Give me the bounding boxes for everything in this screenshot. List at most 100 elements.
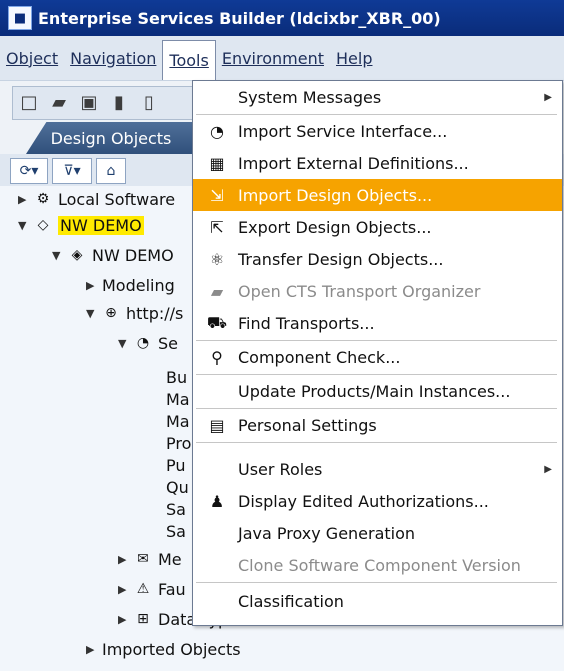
- expand-icon[interactable]: ▶: [118, 613, 134, 626]
- fault-message-icon: ⚠: [136, 581, 150, 597]
- menu-item-label: Personal Settings: [238, 415, 377, 435]
- tree-label: Imported Objects: [102, 639, 241, 659]
- import-external-definitions-icon: ▦: [209, 153, 225, 173]
- menu-item-label: Import Design Objects...: [238, 185, 433, 205]
- menu-item-system-messages[interactable]: System Messages ▶: [193, 81, 562, 113]
- menu-item-label: Clone Software Component Version: [238, 555, 521, 575]
- expand-icon[interactable]: ▶: [18, 193, 34, 206]
- menu-item-display-edited-authorizations[interactable]: ♟ Display Edited Authorizations...: [193, 485, 562, 517]
- submenu-arrow-icon: ▶: [544, 91, 552, 103]
- menu-separator: [196, 582, 557, 583]
- menu-item-classification[interactable]: Classification: [193, 585, 562, 617]
- tree-node-nw-demo[interactable]: ▼ ◇ NW DEMO: [18, 212, 144, 238]
- refresh-icon[interactable]: ⟳▾: [10, 158, 48, 184]
- collapse-icon[interactable]: ▼: [18, 219, 34, 232]
- tree-leaf[interactable]: Ma: [166, 410, 190, 432]
- menu-item-import-design-objects[interactable]: ⇲ Import Design Objects...: [193, 179, 562, 211]
- tree-label: http://s: [126, 303, 184, 323]
- tree-leaf[interactable]: Sa: [166, 520, 186, 542]
- filter-icon[interactable]: ⊽▾: [52, 158, 92, 184]
- new-icon[interactable]: □: [18, 91, 40, 113]
- software-version-icon: ◈: [71, 247, 83, 263]
- tools-dropdown-menu: System Messages ▶ ◔ Import Service Inter…: [192, 80, 563, 626]
- tree-label: Me: [158, 549, 182, 569]
- menu-object[interactable]: Object: [0, 49, 64, 68]
- toolbar-more-icon[interactable]: ▯: [138, 91, 160, 113]
- import-service-interface-icon: ◔: [210, 121, 224, 141]
- display-edited-authorizations-icon: ♟: [209, 491, 225, 511]
- tree-leaf[interactable]: Qu: [166, 476, 189, 498]
- tree-label: Sa: [166, 499, 186, 519]
- tab-design-objects[interactable]: Design Objects: [26, 122, 196, 154]
- tree-node-imported-objects[interactable]: ▶ Imported Objects: [86, 636, 241, 662]
- collapse-icon[interactable]: ▼: [86, 307, 102, 320]
- menu-item-find-transports[interactable]: ⛟ Find Transports...: [193, 307, 562, 339]
- menu-item-open-cts-transport-organizer: ▰ Open CTS Transport Organizer: [193, 275, 562, 307]
- menu-item-user-roles[interactable]: User Roles ▶: [193, 453, 562, 485]
- app-icon: ■: [8, 6, 32, 30]
- tree-label: Modeling: [102, 275, 175, 295]
- menu-item-label: System Messages: [238, 87, 382, 107]
- open-cts-icon: ▰: [210, 281, 224, 301]
- menu-tools[interactable]: Tools: [162, 39, 216, 81]
- menu-item-label: User Roles: [238, 459, 323, 479]
- menu-bar: Object Navigation Tools Environment Help: [0, 36, 564, 81]
- menu-item-import-service-interface[interactable]: ◔ Import Service Interface...: [193, 115, 562, 147]
- window-titlebar: ■ Enterprise Services Builder (ldcixbr_X…: [0, 0, 564, 36]
- hierarchy-icon[interactable]: ⌂: [96, 158, 126, 184]
- menu-separator: [196, 442, 557, 443]
- menu-environment[interactable]: Environment: [216, 49, 330, 68]
- menu-item-update-products[interactable]: Update Products/Main Instances...: [193, 375, 562, 407]
- tree-node-namespace[interactable]: ▼ ⊕ http://s: [86, 300, 183, 326]
- menu-item-java-proxy-generation[interactable]: Java Proxy Generation: [193, 517, 562, 549]
- collapse-icon[interactable]: ▼: [52, 249, 68, 262]
- transfer-design-objects-icon: ⚛: [209, 249, 225, 269]
- tree-leaf[interactable]: Sa: [166, 498, 186, 520]
- expand-icon[interactable]: ▶: [86, 279, 102, 292]
- tree-node-message-types[interactable]: ▶ ✉ Me: [118, 546, 182, 572]
- menu-item-label: Open CTS Transport Organizer: [238, 281, 481, 301]
- tree-leaf[interactable]: Ma: [166, 388, 190, 410]
- window-title: Enterprise Services Builder (ldcixbr_XBR…: [38, 8, 441, 28]
- tree-node-fault-message-types[interactable]: ▶ ⚠ Fau: [118, 576, 186, 602]
- menu-item-label: Display Edited Authorizations...: [238, 491, 489, 511]
- delete-icon[interactable]: ▮: [108, 91, 130, 113]
- menu-item-export-design-objects[interactable]: ⇱ Export Design Objects...: [193, 211, 562, 243]
- tree-label: Ma: [166, 411, 190, 431]
- menu-item-label: Transfer Design Objects...: [238, 249, 444, 269]
- tree-node-local-software[interactable]: ▶ ⚙ Local Software: [18, 186, 175, 212]
- menu-item-label: Update Products/Main Instances...: [238, 381, 511, 401]
- tree-node-service-interfaces[interactable]: ▼ ◔ Se: [118, 330, 178, 356]
- menu-item-label: Export Design Objects...: [238, 217, 432, 237]
- tree-leaf[interactable]: Pu: [166, 454, 186, 476]
- open-icon[interactable]: ▰: [48, 91, 70, 113]
- tree-label: NW DEMO: [58, 215, 144, 235]
- namespace-icon: ⊕: [105, 305, 117, 321]
- expand-icon[interactable]: ▶: [86, 643, 102, 656]
- expand-icon[interactable]: ▶: [118, 553, 134, 566]
- service-interface-icon: ◔: [136, 335, 150, 351]
- menu-item-label: Classification: [238, 591, 344, 611]
- tree-leaf[interactable]: Pro: [166, 432, 191, 454]
- menu-item-label: Find Transports...: [238, 313, 375, 333]
- expand-icon[interactable]: ▶: [118, 583, 134, 596]
- copy-icon[interactable]: ▣: [78, 91, 100, 113]
- collapse-icon[interactable]: ▼: [118, 337, 134, 350]
- menu-item-transfer-design-objects[interactable]: ⚛ Transfer Design Objects...: [193, 243, 562, 275]
- tree-label: Local Software: [58, 189, 176, 209]
- personal-settings-icon: ▤: [209, 415, 225, 435]
- tree-label: NW DEMO: [92, 245, 174, 265]
- menu-item-label: Import External Definitions...: [238, 153, 469, 173]
- menu-help[interactable]: Help: [330, 49, 378, 68]
- menu-item-component-check[interactable]: ⚲ Component Check...: [193, 341, 562, 373]
- menu-navigation[interactable]: Navigation: [64, 49, 162, 68]
- tree-node-modeling[interactable]: ▶ Modeling: [86, 272, 175, 298]
- tree-label: Ma: [166, 389, 190, 409]
- tree-label: Se: [158, 333, 178, 353]
- message-type-icon: ✉: [137, 551, 149, 567]
- export-design-objects-icon: ⇱: [210, 217, 224, 237]
- menu-item-personal-settings[interactable]: ▤ Personal Settings: [193, 409, 562, 441]
- menu-item-import-external-definitions[interactable]: ▦ Import External Definitions...: [193, 147, 562, 179]
- tree-node-nw-demo-version[interactable]: ▼ ◈ NW DEMO: [52, 242, 174, 268]
- tree-leaf[interactable]: Bu: [166, 366, 187, 388]
